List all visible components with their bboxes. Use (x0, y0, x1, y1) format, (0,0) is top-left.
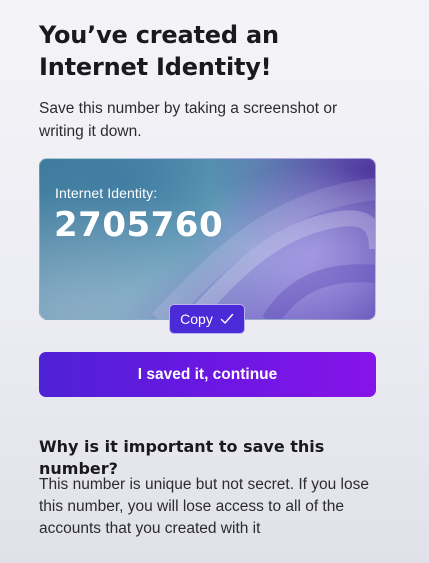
identity-number: 2705760 (54, 205, 224, 245)
info-body: This number is unique but not secret. If… (39, 476, 369, 537)
copy-button[interactable]: Copy (169, 304, 245, 334)
page-subtitle: Save this number by taking a screenshot … (39, 100, 338, 140)
page-title: You’ve created an Internet Identity! (39, 21, 279, 81)
continue-button[interactable]: I saved it, continue (39, 352, 376, 397)
identity-label: Internet Identity: (55, 185, 158, 201)
identity-card: Internet Identity: 2705760 (39, 158, 376, 320)
copy-button-label: Copy (180, 311, 213, 327)
continue-button-label: I saved it, continue (137, 365, 278, 383)
check-icon (220, 312, 234, 326)
